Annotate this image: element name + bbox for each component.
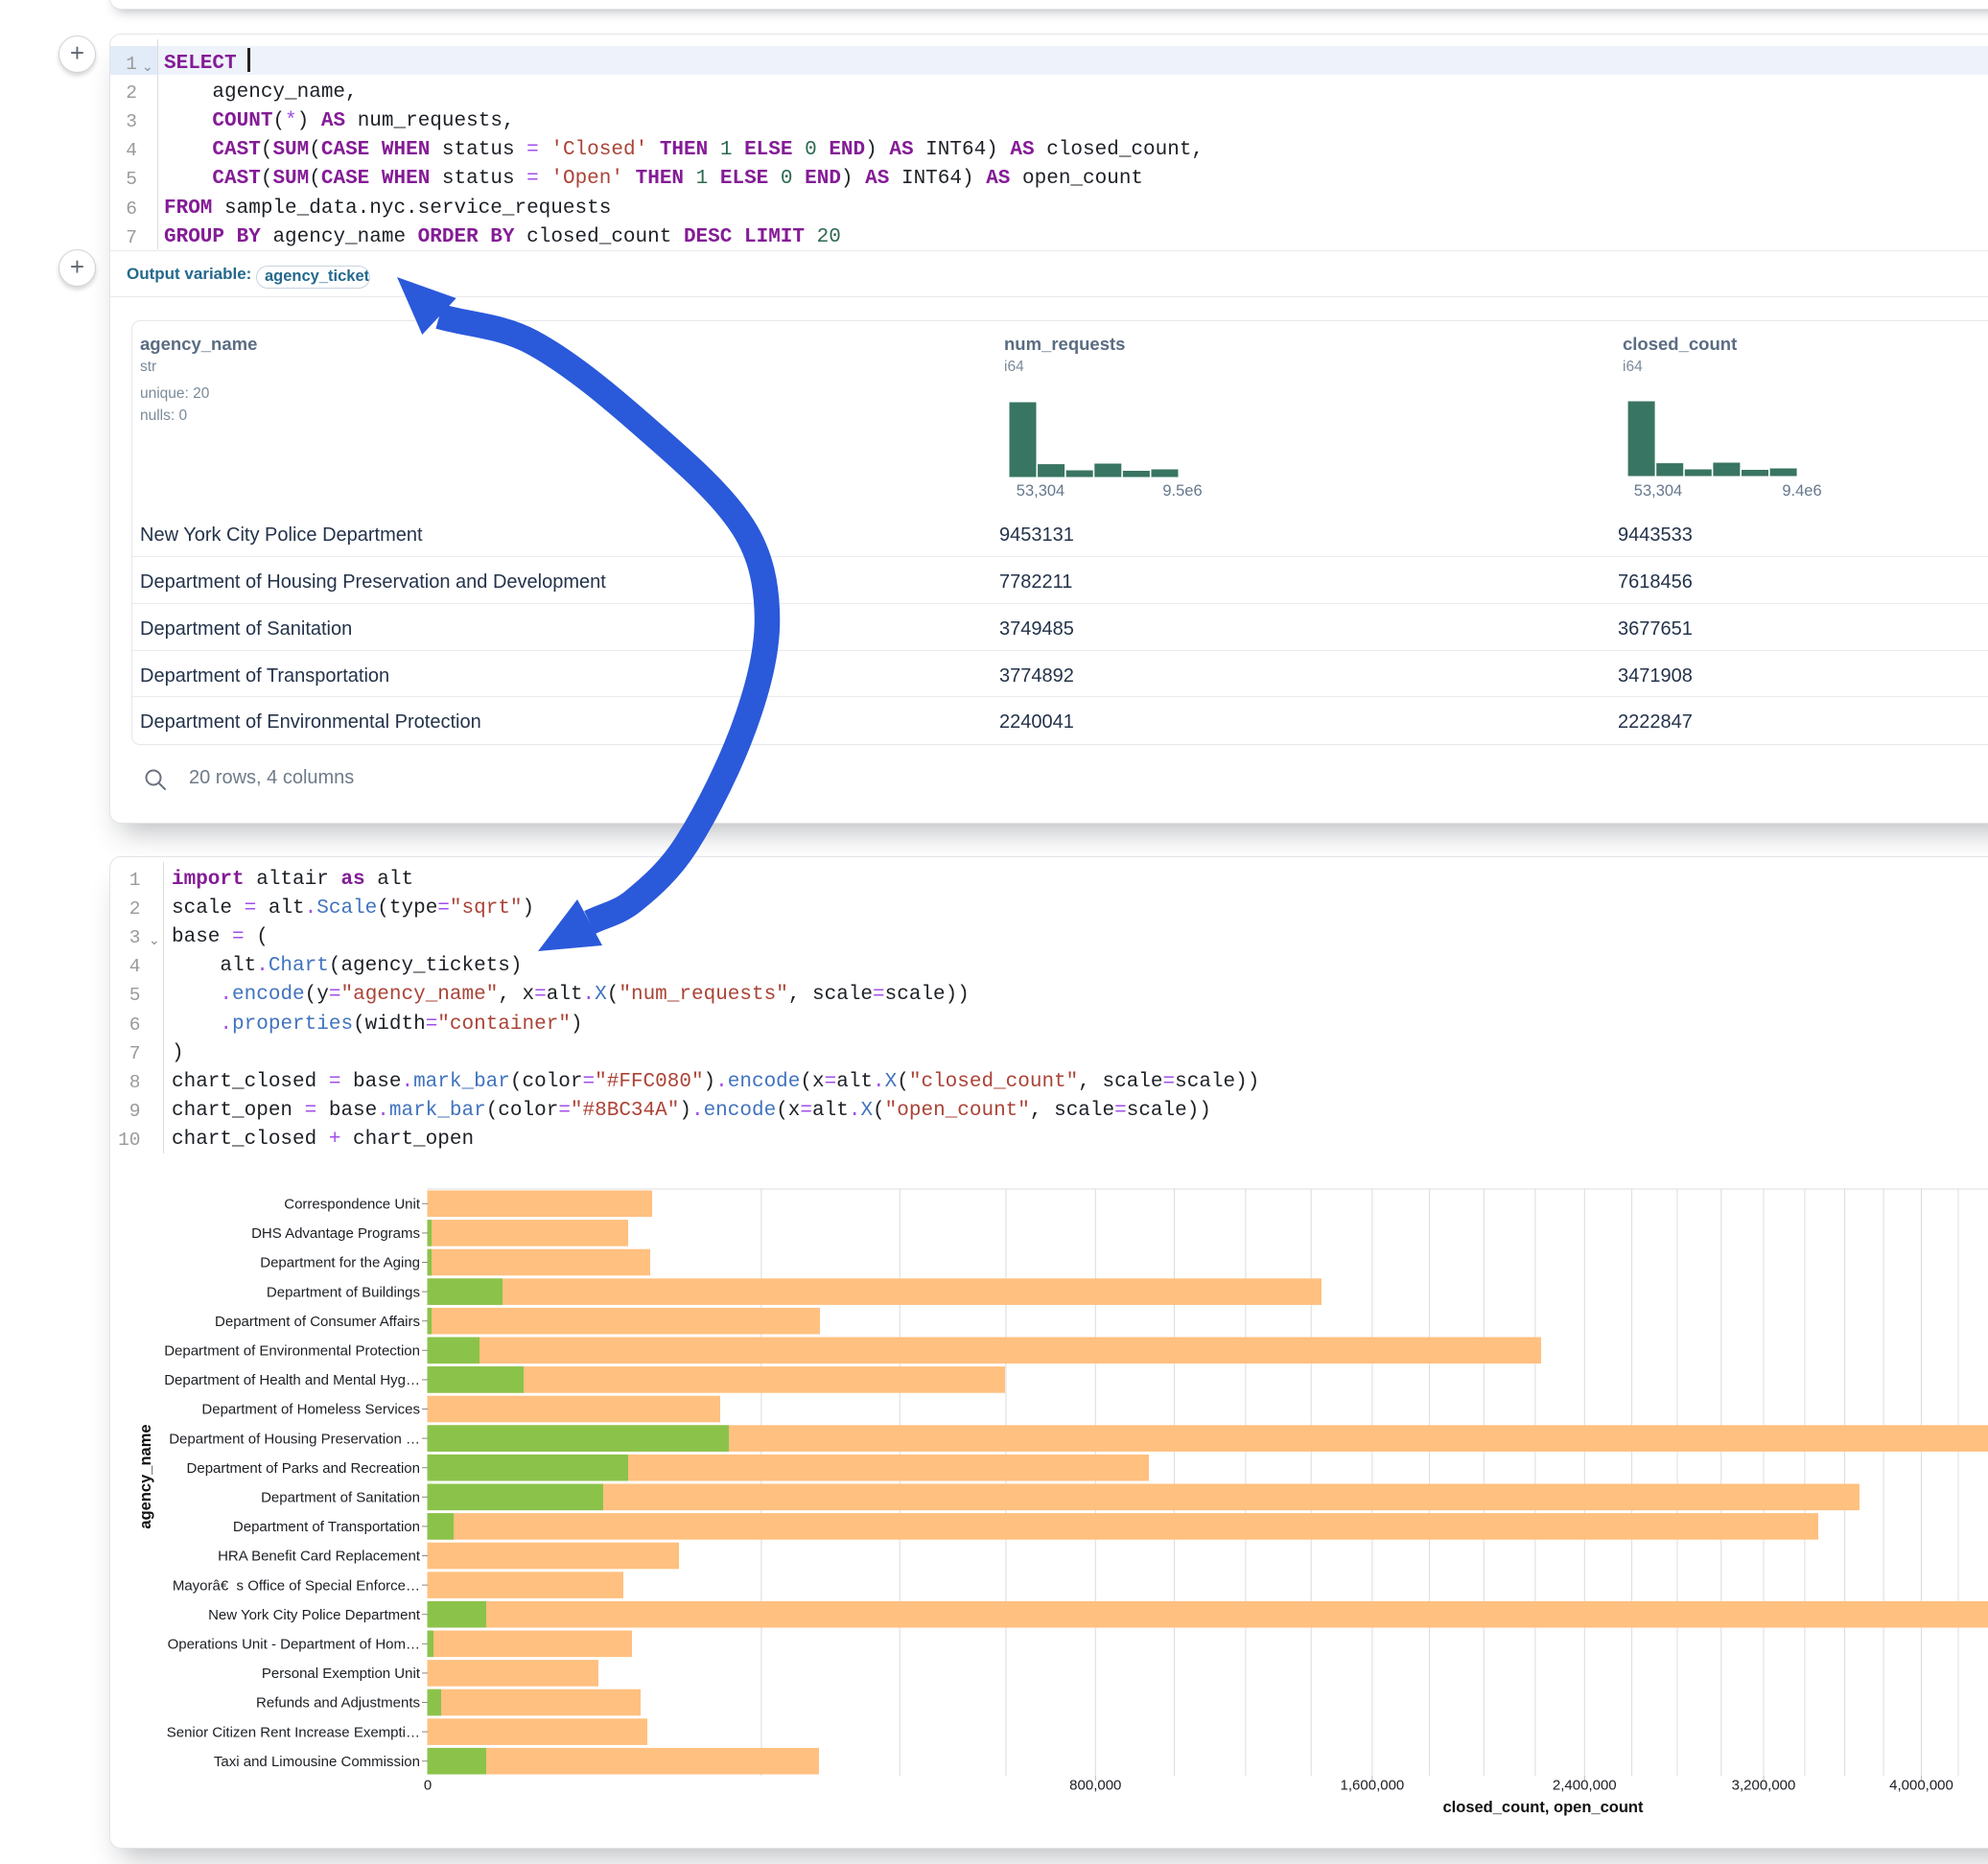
svg-text:Department of Consumer Affairs: Department of Consumer Affairs bbox=[215, 1314, 420, 1330]
svg-text:HRA Benefit Card Replacement: HRA Benefit Card Replacement bbox=[218, 1549, 421, 1565]
svg-text:1,600,000: 1,600,000 bbox=[1341, 1778, 1405, 1794]
svg-text:Department of Housing Preserva: Department of Housing Preservation … bbox=[169, 1431, 420, 1447]
svg-text:Department for the Aging: Department for the Aging bbox=[260, 1255, 420, 1271]
svg-text:Correspondence Unit: Correspondence Unit bbox=[284, 1197, 421, 1213]
svg-text:Mayorâ€ s Office of Special E: Mayorâ€ s Office of Special Enforce… bbox=[173, 1577, 420, 1594]
svg-text:Department of Sanitation: Department of Sanitation bbox=[261, 1490, 420, 1506]
svg-text:2,400,000: 2,400,000 bbox=[1553, 1778, 1617, 1794]
svg-text:Taxi and Limousine Commission: Taxi and Limousine Commission bbox=[214, 1754, 420, 1770]
svg-text:Department of Parks and Recrea: Department of Parks and Recreation bbox=[187, 1460, 420, 1477]
svg-text:Department of Health and Menta: Department of Health and Mental Hyg… bbox=[164, 1372, 420, 1388]
svg-text:Department of Buildings: Department of Buildings bbox=[267, 1284, 420, 1300]
svg-text:agency_name: agency_name bbox=[137, 1424, 154, 1528]
svg-text:Operations Unit - Department o: Operations Unit - Department of Hom… bbox=[168, 1637, 420, 1653]
svg-text:Personal Exemption Unit: Personal Exemption Unit bbox=[262, 1666, 421, 1682]
svg-text:800,000: 800,000 bbox=[1069, 1778, 1121, 1794]
svg-text:Department of Transportation: Department of Transportation bbox=[233, 1519, 420, 1535]
svg-text:Refunds and Adjustments: Refunds and Adjustments bbox=[256, 1695, 420, 1712]
svg-text:New York City Police Departmen: New York City Police Department bbox=[208, 1607, 421, 1623]
svg-text:3,200,000: 3,200,000 bbox=[1732, 1778, 1796, 1794]
svg-text:closed_count, open_count: closed_count, open_count bbox=[1442, 1799, 1644, 1816]
svg-text:4,000,000: 4,000,000 bbox=[1889, 1778, 1953, 1794]
svg-text:DHS Advantage Programs: DHS Advantage Programs bbox=[251, 1225, 420, 1242]
svg-text:Senior Citizen Rent Increase E: Senior Citizen Rent Increase Exempti… bbox=[167, 1724, 420, 1740]
svg-text:Department of Environmental Pr: Department of Environmental Protection bbox=[164, 1343, 420, 1360]
svg-text:0: 0 bbox=[424, 1778, 432, 1794]
svg-text:Department of Homeless Service: Department of Homeless Services bbox=[201, 1402, 420, 1418]
